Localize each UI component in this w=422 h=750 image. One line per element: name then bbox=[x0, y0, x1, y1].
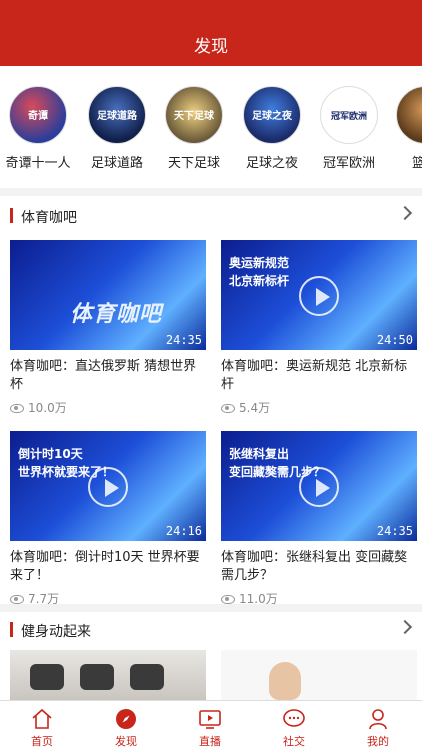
channel-carousel[interactable]: 奇谭 奇谭十一人 足球道路 足球道路 天下足球 天下足球 足球之夜 足球之夜 冠… bbox=[0, 66, 422, 188]
video-title[interactable]: 体育咖吧：奥运新规范 北京新标杆 bbox=[221, 358, 417, 394]
play-icon[interactable] bbox=[299, 467, 339, 507]
video-title[interactable]: 体育咖吧：倒计时10天 世界杯要来了！ bbox=[10, 549, 206, 585]
eye-icon bbox=[10, 404, 24, 413]
video-card[interactable]: 倒计时10天 世界杯就要来了！ 24:16 体育咖吧：倒计时10天 世界杯要来了… bbox=[10, 431, 206, 608]
channel-item-world-football[interactable]: 天下足球 天下足球 bbox=[157, 86, 231, 171]
channel-item-basketball[interactable]: 篮球 bbox=[388, 86, 422, 171]
home-icon bbox=[30, 707, 54, 731]
video-card[interactable]: 张继科复出 变回藏獒需几步？ 24:35 体育咖吧：张继科复出 变回藏獒需几步？… bbox=[221, 431, 417, 608]
video-title[interactable]: 体育咖吧：张继科复出 变回藏獒需几步？ bbox=[221, 549, 417, 585]
channel-label: 足球之夜 bbox=[245, 156, 298, 171]
video-thumbnail[interactable]: 倒计时10天 世界杯就要来了！ 24:16 bbox=[10, 431, 206, 541]
bottom-tab-bar: 首页 发现 直播 社交 我的 bbox=[0, 700, 422, 750]
fitness-video-row[interactable] bbox=[0, 650, 422, 700]
section-divider bbox=[0, 188, 422, 196]
compass-icon bbox=[114, 707, 138, 731]
video-duration: 24:16 bbox=[165, 524, 202, 538]
tab-live[interactable]: 直播 bbox=[168, 701, 252, 750]
tab-label: 直播 bbox=[199, 735, 221, 748]
section-header-fitness[interactable]: 健身动起来 bbox=[0, 610, 422, 650]
view-count: 5.4万 bbox=[221, 399, 417, 417]
eye-icon bbox=[221, 404, 235, 413]
eye-icon bbox=[221, 595, 235, 604]
play-icon[interactable] bbox=[88, 467, 128, 507]
channel-label: 天下足球 bbox=[167, 156, 220, 171]
page-title: 发现 bbox=[194, 37, 228, 57]
tab-profile[interactable]: 我的 bbox=[336, 701, 420, 750]
section-header-sports-cafe[interactable]: 体育咖吧 bbox=[0, 196, 422, 236]
video-thumbnail[interactable]: 体育咖吧 24:35 bbox=[10, 240, 206, 350]
channel-logo-icon: 天下足球 bbox=[165, 86, 223, 144]
tab-social[interactable]: 社交 bbox=[252, 701, 336, 750]
chevron-right-icon[interactable] bbox=[397, 619, 413, 635]
chat-icon bbox=[282, 707, 306, 731]
chevron-right-icon[interactable] bbox=[397, 205, 413, 221]
top-nav-bar: 发现 bbox=[0, 0, 422, 66]
channel-label: 奇谭十一人 bbox=[5, 156, 71, 171]
video-duration: 24:50 bbox=[376, 333, 413, 347]
video-duration: 24:35 bbox=[376, 524, 413, 538]
section-title: 健身动起来 bbox=[21, 624, 91, 640]
tab-label: 首页 bbox=[31, 735, 53, 748]
person-image bbox=[269, 662, 301, 700]
channel-item-football-road[interactable]: 足球道路 足球道路 bbox=[80, 86, 154, 171]
video-card[interactable]: 体育咖吧 24:35 体育咖吧：直达俄罗斯 猜想世界杯 10.0万 bbox=[10, 240, 206, 417]
channel-logo-icon: 足球之夜 bbox=[243, 86, 301, 144]
channel-label: 冠军欧洲 bbox=[322, 156, 375, 171]
video-thumbnail[interactable] bbox=[221, 650, 417, 700]
channel-label: 足球道路 bbox=[90, 156, 143, 171]
video-thumbnail[interactable]: 张继科复出 变回藏獒需几步？ 24:35 bbox=[221, 431, 417, 541]
section-accent-bar bbox=[10, 208, 13, 223]
video-title[interactable]: 体育咖吧：直达俄罗斯 猜想世界杯 bbox=[10, 358, 206, 394]
cctv-sports-logo-icon: 体育咖吧 bbox=[70, 302, 163, 327]
tab-home[interactable]: 首页 bbox=[0, 701, 84, 750]
channel-item-champions-europe[interactable]: 冠军欧洲 冠军欧洲 bbox=[312, 86, 386, 171]
channel-item-qitan[interactable]: 奇谭 奇谭十一人 bbox=[1, 86, 75, 171]
channel-logo-icon: 奇谭 bbox=[9, 86, 67, 144]
video-card[interactable]: 奥运新规范 北京新标杆 24:50 体育咖吧：奥运新规范 北京新标杆 5.4万 bbox=[221, 240, 417, 417]
thumbnail-caption: 奥运新规范 北京新标杆 bbox=[229, 256, 290, 288]
section-accent-bar bbox=[10, 622, 13, 637]
view-count: 10.0万 bbox=[10, 399, 206, 417]
tab-label: 我的 bbox=[367, 735, 389, 748]
tv-icon bbox=[198, 707, 222, 731]
champions-league-logo-icon: 冠军欧洲 bbox=[320, 86, 378, 144]
channel-label: 篮球 bbox=[411, 156, 422, 171]
play-icon[interactable] bbox=[299, 276, 339, 316]
channel-logo-icon bbox=[396, 86, 422, 144]
section-title: 体育咖吧 bbox=[21, 210, 77, 226]
eye-icon bbox=[10, 595, 24, 604]
channel-item-football-night[interactable]: 足球之夜 足球之夜 bbox=[235, 86, 309, 171]
tab-discover[interactable]: 发现 bbox=[84, 701, 168, 750]
video-thumbnail[interactable] bbox=[10, 650, 206, 700]
tab-label: 发现 bbox=[115, 735, 137, 748]
video-thumbnail[interactable]: 奥运新规范 北京新标杆 24:50 bbox=[221, 240, 417, 350]
video-duration: 24:35 bbox=[165, 333, 202, 347]
channel-logo-icon: 足球道路 bbox=[88, 86, 146, 144]
user-icon bbox=[366, 707, 390, 731]
tab-label: 社交 bbox=[283, 735, 305, 748]
